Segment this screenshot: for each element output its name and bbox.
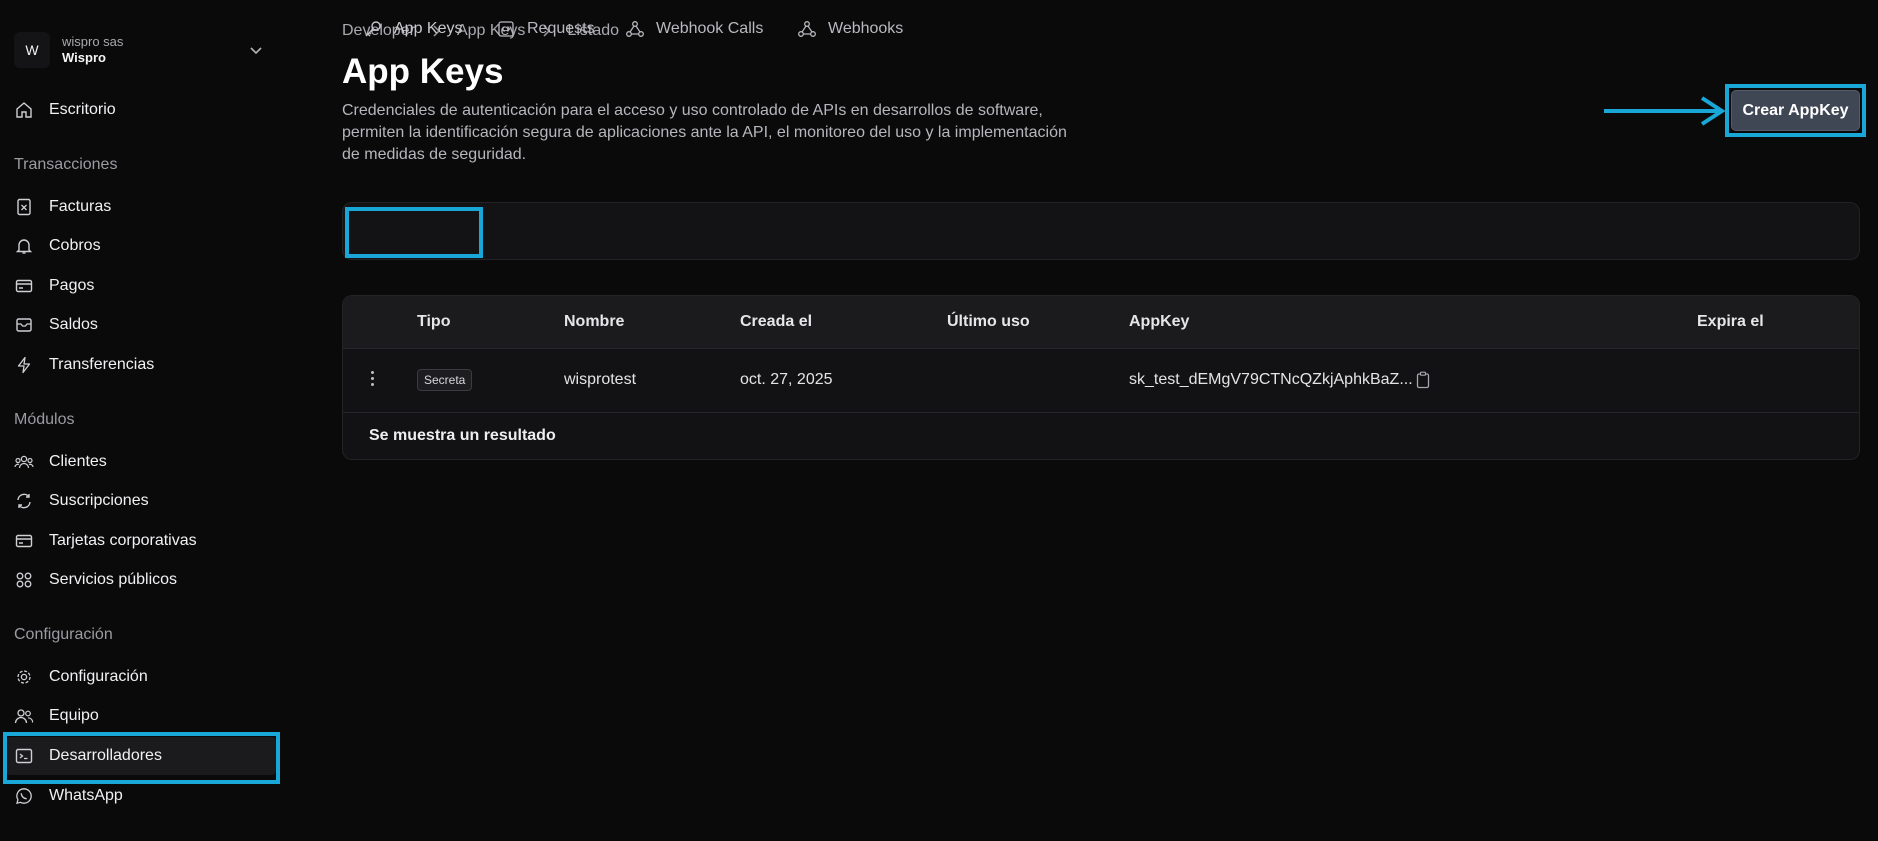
code-icon — [496, 19, 516, 39]
table-header: Tipo Nombre Creada el Último uso AppKey … — [343, 296, 1859, 349]
org-subtitle: wispro sas — [62, 34, 124, 49]
lightning-icon — [14, 355, 34, 375]
cell-creada: oct. 27, 2025 — [740, 371, 833, 388]
tab-webhooks[interactable]: Webhooks — [797, 0, 903, 58]
sidebar-item-label: Suscripciones — [49, 492, 149, 509]
sidebar-item-label: Transferencias — [49, 356, 155, 373]
org-name: Wispro — [62, 50, 106, 65]
sidebar-item-label: Saldos — [49, 316, 98, 333]
tab-label: App Keys — [394, 20, 463, 37]
chevron-down-icon — [250, 47, 262, 55]
sidebar-item-tarjetas[interactable]: Tarjetas corporativas — [6, 522, 276, 560]
users-group-icon — [14, 452, 34, 472]
terminal-icon — [14, 746, 34, 766]
section-label-transacciones: Transacciones — [14, 156, 118, 173]
tab-label: Webhook Calls — [656, 20, 764, 37]
sidebar-item-label: Clientes — [49, 453, 107, 470]
key-icon — [363, 19, 383, 39]
tabs-bar — [342, 202, 1860, 260]
sidebar-item-equipo[interactable]: Equipo — [6, 697, 276, 735]
column-header-tipo: Tipo — [417, 313, 451, 330]
sidebar-item-pagos[interactable]: Pagos — [6, 267, 276, 305]
gear-icon — [14, 667, 34, 687]
type-badge: Secreta — [417, 369, 473, 391]
sidebar-item-cobros[interactable]: Cobros — [6, 227, 276, 265]
tab-app-keys[interactable]: App Keys — [363, 0, 462, 58]
sidebar-item-label: Servicios públicos — [49, 571, 178, 588]
sidebar-item-saldos[interactable]: Saldos — [6, 306, 276, 344]
sidebar-item-whatsapp[interactable]: WhatsApp — [6, 777, 276, 815]
card-icon — [14, 531, 34, 551]
column-header-nombre: Nombre — [564, 313, 625, 330]
tab-requests[interactable]: Requests — [496, 0, 595, 58]
sidebar-item-label: Equipo — [49, 707, 99, 724]
cell-nombre: wisprotest — [564, 371, 637, 388]
copy-icon[interactable] — [1416, 371, 1430, 389]
table-row: Secreta wisprotest oct. 27, 2025 sk_test… — [343, 349, 1859, 413]
bell-icon — [14, 236, 34, 256]
org-avatar: W — [14, 32, 50, 68]
sidebar-item-label: Cobros — [49, 237, 101, 254]
card-icon — [14, 276, 34, 296]
org-switcher[interactable]: W wispro sas Wispro — [14, 32, 264, 68]
sidebar-item-desarrolladores[interactable]: Desarrolladores — [6, 737, 276, 775]
create-appkey-button[interactable]: Crear AppKey — [1731, 90, 1860, 131]
users-icon — [14, 706, 34, 726]
section-label-modulos: Módulos — [14, 411, 75, 428]
section-label-configuracion: Configuración — [14, 626, 113, 643]
arrow-right-icon — [1604, 96, 1726, 126]
row-actions-menu-icon[interactable] — [371, 371, 375, 391]
sidebar-item-facturas[interactable]: Facturas — [6, 188, 276, 226]
tab-label: Requests — [527, 20, 595, 37]
webhook-icon — [625, 19, 645, 39]
appkeys-table: Tipo Nombre Creada el Último uso AppKey … — [342, 295, 1860, 460]
sidebar: W wispro sas Wispro Escritorio Transacci… — [0, 0, 282, 841]
home-icon — [14, 100, 34, 120]
sidebar-item-clientes[interactable]: Clientes — [6, 443, 276, 481]
sidebar-item-suscripciones[interactable]: Suscripciones — [6, 482, 276, 520]
column-header-expira: Expira el — [1697, 313, 1764, 330]
results-count: Se muestra un resultado — [369, 427, 556, 444]
sidebar-item-label: WhatsApp — [49, 787, 123, 804]
column-header-creada: Creada el — [740, 313, 813, 330]
inbox-icon — [14, 315, 34, 335]
sidebar-item-configuracion[interactable]: Configuración — [6, 658, 276, 696]
sidebar-item-label: Pagos — [49, 277, 95, 294]
sidebar-item-transferencias[interactable]: Transferencias — [6, 346, 276, 384]
grid-icon — [14, 570, 34, 590]
sidebar-item-escritorio[interactable]: Escritorio — [6, 91, 276, 129]
tab-label: Webhooks — [828, 20, 904, 37]
sidebar-item-label: Facturas — [49, 198, 112, 215]
refresh-icon — [14, 491, 34, 511]
sidebar-item-servicios[interactable]: Servicios públicos — [6, 561, 276, 599]
cell-appkey: sk_test_dEMgV79CTNcQZkjAphkBaZ... — [1129, 371, 1413, 388]
column-header-ultimo-uso: Último uso — [947, 313, 1030, 330]
invoice-icon — [14, 197, 34, 217]
tab-webhook-calls[interactable]: Webhook Calls — [625, 0, 763, 58]
sidebar-item-label: Escritorio — [49, 101, 116, 118]
column-header-appkey: AppKey — [1129, 313, 1190, 330]
whatsapp-icon — [14, 786, 34, 806]
page-description: Credenciales de autenticación para el ac… — [342, 102, 1067, 163]
webhook-icon — [797, 19, 817, 39]
sidebar-item-label: Desarrolladores — [49, 747, 162, 764]
page-title: App Keys — [342, 52, 504, 91]
sidebar-item-label: Tarjetas corporativas — [49, 532, 197, 549]
sidebar-item-label: Configuración — [49, 668, 148, 685]
